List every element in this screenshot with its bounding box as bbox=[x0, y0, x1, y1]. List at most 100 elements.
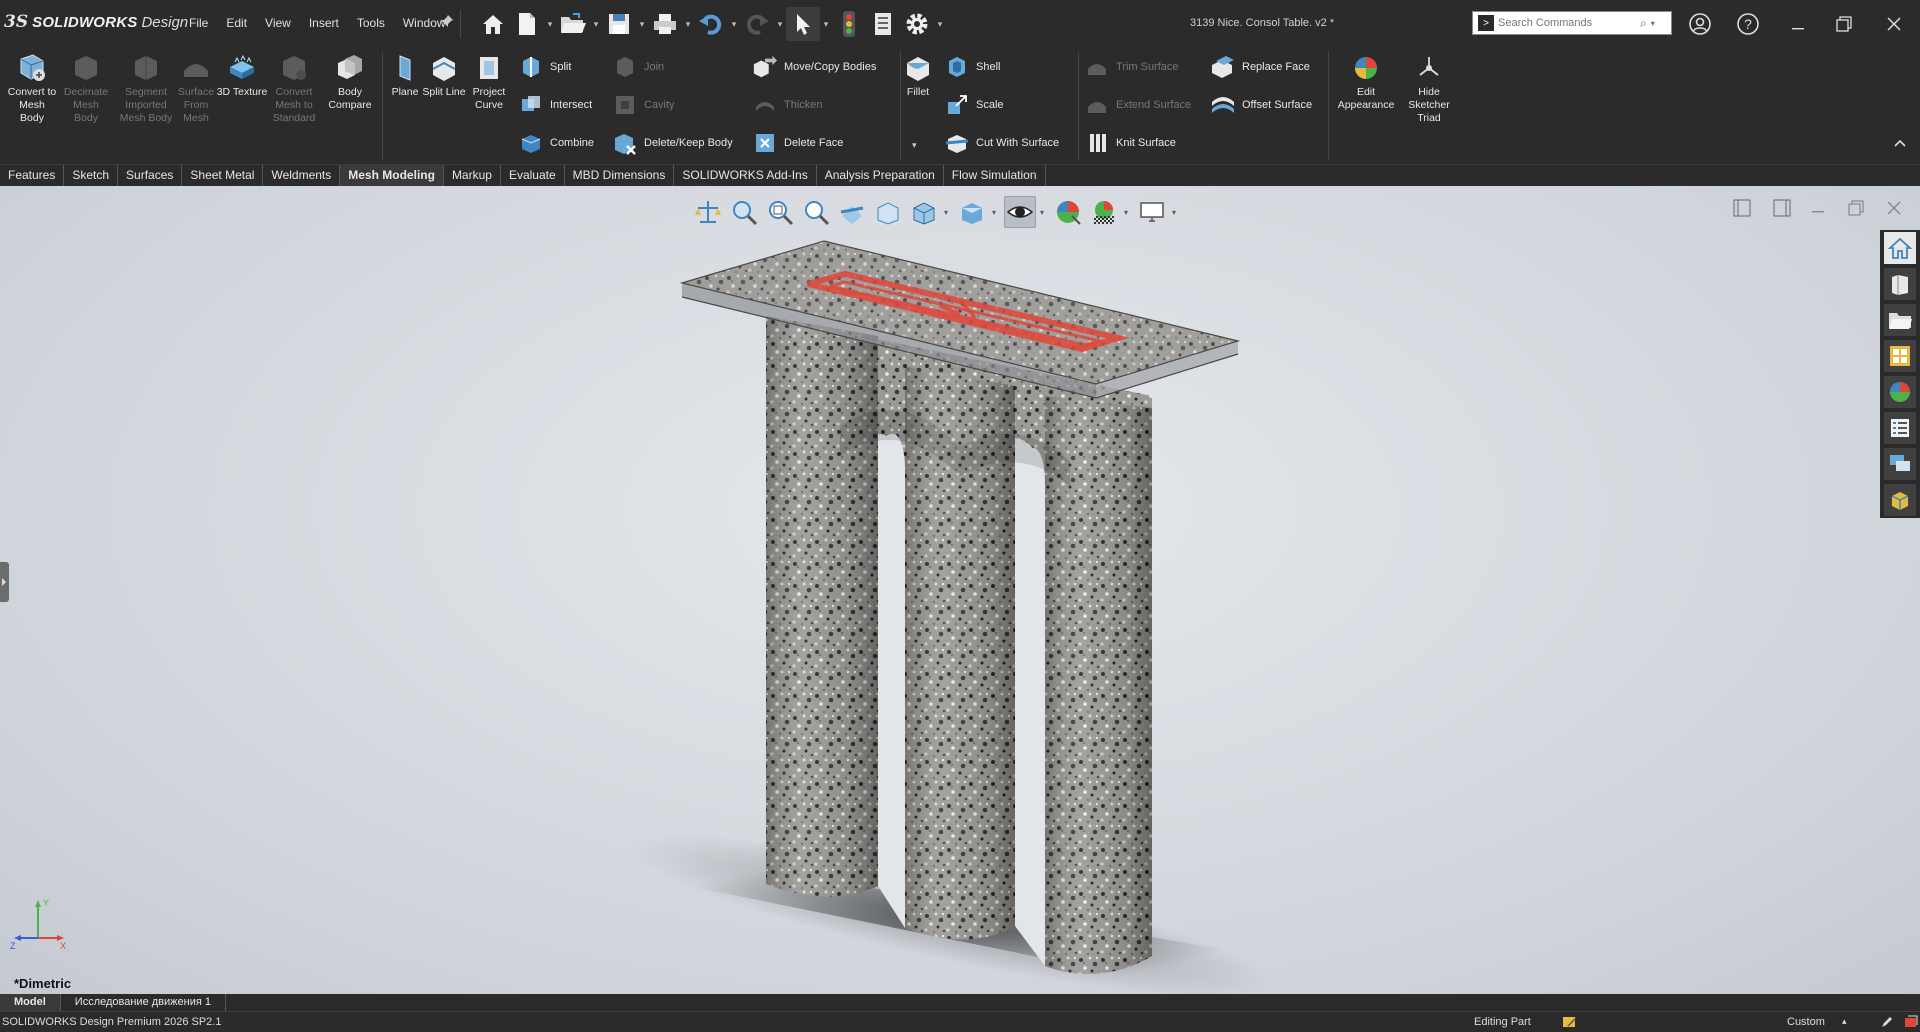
hide-sketcher-triad-button[interactable]: Hide Sketcher Triad bbox=[1402, 52, 1456, 125]
rebuild-traffic-light-icon[interactable] bbox=[832, 7, 866, 41]
design-library-icon[interactable] bbox=[1884, 268, 1916, 300]
app-logo[interactable]: 3S SOLIDWORKS Design bbox=[4, 12, 188, 32]
extend-surface-button: Extend Surface bbox=[1084, 90, 1191, 120]
file-properties-icon[interactable] bbox=[866, 7, 900, 41]
surface-from-mesh-icon bbox=[180, 52, 212, 84]
button-label: Convert to Mesh Body bbox=[7, 86, 57, 124]
fillet-button[interactable]: Fillet bbox=[892, 52, 944, 99]
close-document-icon[interactable] bbox=[1880, 196, 1908, 220]
search-icon[interactable]: ⌕ bbox=[1640, 16, 1647, 31]
menu-insert[interactable]: Insert bbox=[300, 16, 348, 30]
rebuild-status-icon[interactable] bbox=[1562, 1015, 1578, 1032]
chevron-down-icon[interactable]: ▾ bbox=[590, 19, 602, 30]
quick-tips-icon[interactable] bbox=[1880, 1015, 1894, 1032]
intersect-button[interactable]: Intersect bbox=[518, 90, 592, 120]
chevron-down-icon[interactable]: ▾ bbox=[1651, 19, 1655, 28]
shell-button[interactable]: Shell bbox=[944, 52, 1000, 82]
select-cursor-icon[interactable] bbox=[786, 7, 820, 41]
file-explorer-folder-icon[interactable] bbox=[1884, 304, 1916, 336]
options-gear-icon[interactable] bbox=[900, 7, 934, 41]
tab-analysis-preparation[interactable]: Analysis Preparation bbox=[817, 165, 944, 187]
chevron-down-icon[interactable]: ▾ bbox=[934, 19, 946, 30]
restore-window-icon[interactable] bbox=[1826, 8, 1862, 40]
triad-y-label: Y bbox=[43, 898, 49, 908]
custom-properties-icon[interactable] bbox=[1884, 412, 1916, 444]
offset-surface-button[interactable]: Offset Surface bbox=[1210, 90, 1312, 120]
move-copy-bodies-button[interactable]: Move/Copy Bodies bbox=[752, 52, 876, 82]
combine-button[interactable]: Combine bbox=[518, 128, 594, 158]
button-label: 3D Texture bbox=[216, 86, 268, 98]
forum-chat-icon[interactable] bbox=[1884, 448, 1916, 480]
view-palette-icon[interactable] bbox=[1884, 340, 1916, 372]
help-icon[interactable]: ? bbox=[1730, 8, 1766, 40]
menu-tools[interactable]: Tools bbox=[348, 16, 394, 30]
tab-model[interactable]: Model bbox=[0, 994, 61, 1011]
tab-evaluate[interactable]: Evaluate bbox=[501, 165, 565, 187]
undo-icon[interactable] bbox=[694, 7, 728, 41]
tab-weldments[interactable]: Weldments bbox=[263, 165, 341, 187]
chevron-down-icon[interactable]: ▾ bbox=[682, 19, 694, 30]
model-motion-tabs: Model Исследование движения 1 bbox=[0, 994, 1920, 1011]
tab-mesh-modeling[interactable]: Mesh Modeling bbox=[340, 165, 444, 187]
chevron-down-icon[interactable]: ▾ bbox=[728, 19, 740, 30]
tab-solidworks-add-ins[interactable]: SOLIDWORKS Add-Ins bbox=[674, 165, 817, 187]
save-icon[interactable] bbox=[602, 7, 636, 41]
delete-keep-body-button[interactable]: Delete/Keep Body bbox=[612, 128, 733, 158]
tab-mbd-dimensions[interactable]: MBD Dimensions bbox=[565, 165, 675, 187]
chevron-down-icon[interactable]: ▾ bbox=[636, 19, 648, 30]
knit-surface-button[interactable]: Knit Surface bbox=[1084, 128, 1176, 158]
graphics-area[interactable]: ▾ ▾ ▾ ▾ ▾ Y X Z *Dimetric bbox=[0, 186, 1920, 994]
quick-access-toolbar: ▾ ▾ ▾ ▾ ▾ ▾ ▾ ▾ bbox=[476, 6, 946, 42]
3d-texture-button[interactable]: 3D Texture bbox=[216, 52, 268, 99]
offset-surface-icon bbox=[1210, 92, 1236, 118]
project-curve-button[interactable]: Project Curve bbox=[462, 52, 516, 112]
chevron-down-icon[interactable]: ▾ bbox=[820, 19, 832, 30]
menu-view[interactable]: View bbox=[256, 16, 300, 30]
tab-flow-simulation[interactable]: Flow Simulation bbox=[944, 165, 1046, 187]
cut-with-surface-button[interactable]: Cut With Surface bbox=[944, 128, 1059, 158]
chevron-down-icon[interactable]: ▾ bbox=[544, 19, 556, 30]
close-window-icon[interactable] bbox=[1876, 8, 1912, 40]
open-folder-icon[interactable] bbox=[556, 7, 590, 41]
print-icon[interactable] bbox=[648, 7, 682, 41]
button-label: Body Compare bbox=[328, 86, 372, 111]
model-3d-console-table[interactable] bbox=[0, 186, 1880, 994]
button-label: Convert Mesh to Standard bbox=[272, 86, 316, 124]
customize-status-bar-icon[interactable] bbox=[1904, 1015, 1918, 1032]
tab-markup[interactable]: Markup bbox=[444, 165, 501, 187]
sketcher-triad-icon bbox=[1413, 52, 1445, 84]
tab-features[interactable]: Features bbox=[0, 165, 65, 187]
new-document-icon[interactable] bbox=[510, 7, 544, 41]
3dexperience-marketplace-icon[interactable] bbox=[1884, 484, 1916, 516]
tab-sheet-metal[interactable]: Sheet Metal bbox=[182, 165, 264, 187]
menu-edit[interactable]: Edit bbox=[217, 16, 256, 30]
delete-face-button[interactable]: Delete Face bbox=[752, 128, 843, 158]
command-manager-ribbon: Convert to Mesh Body Decimate Mesh Body … bbox=[0, 48, 1920, 164]
collapse-ribbon-icon[interactable] bbox=[1894, 136, 1906, 150]
solidworks-resources-home-icon[interactable] bbox=[1884, 232, 1916, 264]
extend-surface-icon bbox=[1084, 92, 1110, 118]
convert-to-mesh-body-button[interactable]: Convert to Mesh Body bbox=[6, 52, 58, 125]
minimize-window-icon[interactable] bbox=[1780, 8, 1816, 40]
button-label: Cut With Surface bbox=[976, 137, 1060, 149]
chevron-up-icon[interactable]: ▴ bbox=[1842, 1016, 1847, 1027]
scale-button[interactable]: Scale bbox=[944, 90, 1004, 120]
appearances-scenes-icon[interactable] bbox=[1884, 376, 1916, 408]
search-input[interactable] bbox=[1498, 17, 1638, 29]
tab-motion-study[interactable]: Исследование движения 1 bbox=[61, 994, 226, 1011]
menu-file[interactable]: File bbox=[180, 16, 217, 30]
tab-sketch[interactable]: Sketch bbox=[64, 165, 119, 187]
body-compare-button[interactable]: Body Compare bbox=[324, 52, 376, 112]
cavity-icon bbox=[612, 92, 638, 118]
pin-menu-icon[interactable] bbox=[440, 14, 454, 31]
edit-appearance-button[interactable]: Edit Appearance bbox=[1338, 52, 1394, 112]
home-icon[interactable] bbox=[476, 7, 510, 41]
chevron-down-icon[interactable]: ▾ bbox=[912, 140, 917, 151]
button-label: Hide Sketcher Triad bbox=[1408, 86, 1450, 124]
user-account-icon[interactable] bbox=[1682, 8, 1718, 40]
search-commands[interactable]: > ⌕ ▾ bbox=[1472, 11, 1672, 35]
unit-system-text[interactable]: Custom bbox=[1787, 1016, 1825, 1028]
split-button[interactable]: Split bbox=[518, 52, 571, 82]
tab-surfaces[interactable]: Surfaces bbox=[118, 165, 183, 187]
replace-face-button[interactable]: Replace Face bbox=[1210, 52, 1310, 82]
